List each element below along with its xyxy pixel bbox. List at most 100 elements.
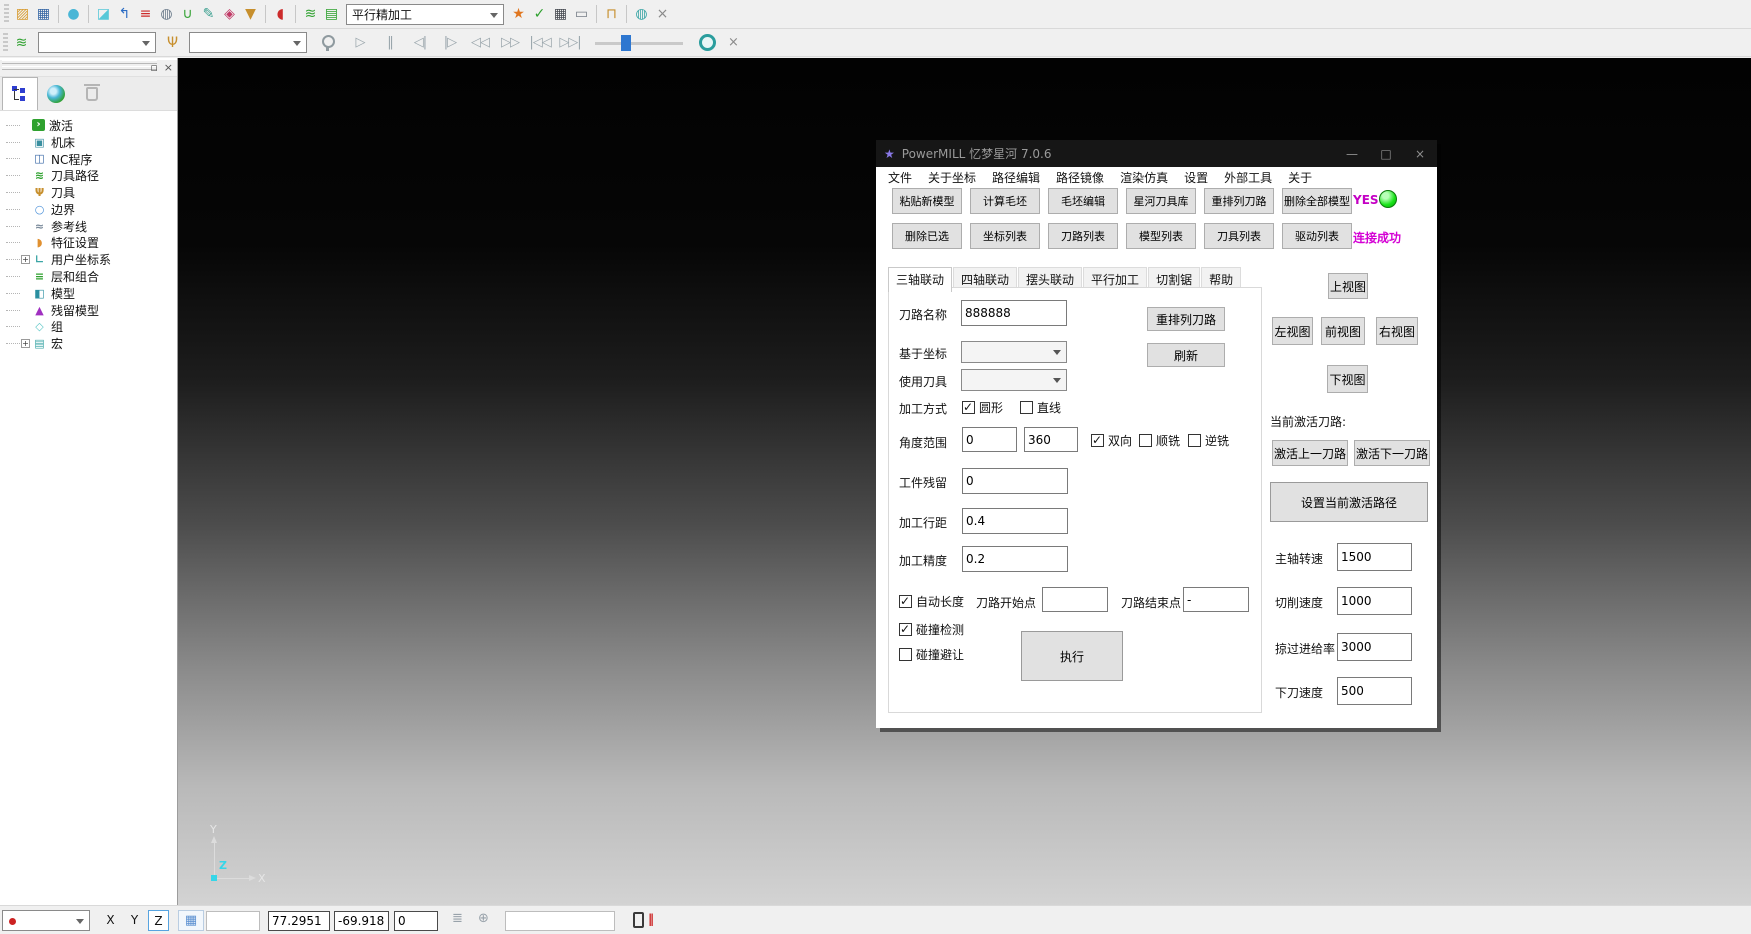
circle-checkbox[interactable]: 圆形 bbox=[962, 399, 1003, 416]
toolpath-name-input[interactable] bbox=[961, 300, 1067, 326]
panel-grip[interactable] bbox=[2, 60, 157, 64]
set-active-path-button[interactable]: 设置当前激活路径 bbox=[1270, 482, 1428, 522]
collision-check-icon[interactable]: ◖ bbox=[270, 3, 291, 25]
tab-explorer-tree[interactable] bbox=[2, 77, 38, 110]
go-start-icon[interactable]: |◁◁ bbox=[528, 32, 552, 54]
toolpath-select-dropdown[interactable] bbox=[38, 32, 156, 53]
activate-prev-button[interactable]: 激活上一刀路 bbox=[1272, 440, 1348, 466]
separator[interactable] bbox=[84, 4, 93, 24]
panel-float-icon[interactable]: ▫ bbox=[150, 61, 157, 74]
angle-from-input[interactable] bbox=[962, 427, 1017, 452]
spindle-speed-input[interactable] bbox=[1337, 543, 1412, 571]
tree-item[interactable]: + ◫ NC程序 bbox=[6, 151, 177, 168]
checkbox-box[interactable] bbox=[1188, 434, 1201, 447]
axis-list-icon[interactable]: ≣ bbox=[452, 911, 463, 926]
tree-expander-icon[interactable]: + bbox=[21, 339, 30, 348]
play-icon[interactable]: ▷ bbox=[348, 32, 372, 54]
checkbox-box[interactable] bbox=[899, 595, 912, 608]
toolpath-check-icon[interactable]: ✓ bbox=[529, 3, 550, 25]
tree-item[interactable]: + ▲ 残留模型 bbox=[6, 302, 177, 319]
menu-item[interactable]: 文件 bbox=[880, 169, 920, 186]
menu-item[interactable]: 关于 bbox=[1280, 169, 1320, 186]
stepover-input[interactable] bbox=[962, 508, 1068, 534]
toolbar-grip[interactable] bbox=[4, 4, 9, 24]
tree-item[interactable]: + ▤ 宏 bbox=[6, 335, 177, 352]
tree-item[interactable]: + ∟ 用户坐标系 bbox=[6, 251, 177, 268]
axis-y-button[interactable]: Y bbox=[124, 910, 145, 931]
climb-mill-checkbox[interactable]: 顺铣 bbox=[1139, 432, 1180, 449]
maximize-button[interactable]: □ bbox=[1369, 147, 1403, 161]
separator[interactable] bbox=[261, 4, 270, 24]
points-icon[interactable]: ◈ bbox=[219, 3, 240, 25]
menu-item[interactable]: 关于坐标 bbox=[920, 169, 984, 186]
clipboard-icon[interactable] bbox=[633, 912, 644, 928]
status-input-small[interactable] bbox=[206, 911, 260, 931]
leads-links-icon[interactable]: ≡ bbox=[135, 3, 156, 25]
stock-allowance-input[interactable] bbox=[962, 468, 1068, 494]
save-file-icon[interactable]: ▦ bbox=[33, 3, 54, 25]
toolpath-list-icon[interactable]: ▤ bbox=[321, 3, 342, 25]
sphere-icon[interactable]: ● bbox=[63, 3, 84, 25]
skim-feed-input[interactable] bbox=[1337, 633, 1412, 661]
pause-icon[interactable]: ‖ bbox=[378, 32, 402, 54]
tree-item[interactable]: + ◧ 模型 bbox=[6, 285, 177, 302]
toolpath-verify-icon[interactable]: ★ bbox=[508, 3, 529, 25]
dialog-action-button[interactable]: 删除全部模型 bbox=[1282, 188, 1352, 214]
menu-item[interactable]: 设置 bbox=[1176, 169, 1216, 186]
panel-grip[interactable] bbox=[2, 66, 157, 70]
dialog-action-button[interactable]: 刀具列表 bbox=[1204, 223, 1274, 249]
tab-web-browser[interactable] bbox=[38, 77, 74, 110]
dialog-action-button[interactable]: 重排列刀路 bbox=[1204, 188, 1274, 214]
bidirectional-checkbox[interactable]: 双向 bbox=[1091, 432, 1132, 449]
feature-set-icon[interactable]: ▼ bbox=[240, 3, 261, 25]
tree-item[interactable]: + ≈ 参考线 bbox=[6, 218, 177, 235]
dialog-action-button[interactable]: 计算毛坯 bbox=[970, 188, 1040, 214]
menu-item[interactable]: 路径编辑 bbox=[984, 169, 1048, 186]
collision-detect-checkbox[interactable]: 碰撞检测 bbox=[899, 621, 964, 638]
coordinate-x-input[interactable] bbox=[268, 911, 330, 931]
clock-icon[interactable] bbox=[699, 34, 716, 51]
close-button[interactable]: × bbox=[1403, 147, 1437, 161]
separator[interactable] bbox=[291, 4, 300, 24]
view-left-button[interactable]: 左视图 bbox=[1272, 317, 1313, 345]
refresh-button[interactable]: 刷新 bbox=[1147, 343, 1225, 367]
panel-close-icon[interactable]: × bbox=[164, 61, 173, 74]
line-checkbox[interactable]: 直线 bbox=[1020, 399, 1061, 416]
tree-item[interactable]: + ≋ 刀具路径 bbox=[6, 167, 177, 184]
strategy-tab[interactable]: 三轴联动 bbox=[888, 267, 952, 292]
step-forward-icon[interactable]: |▷ bbox=[438, 32, 462, 54]
status-dropdown[interactable] bbox=[2, 910, 90, 931]
barrels-icon[interactable]: ◍ bbox=[631, 3, 652, 25]
light-bulb-icon[interactable] bbox=[317, 32, 337, 54]
checkbox-box[interactable] bbox=[1091, 434, 1104, 447]
boundary-tool-icon[interactable]: ∪ bbox=[177, 3, 198, 25]
tree-item[interactable]: + ○ 边界 bbox=[6, 201, 177, 218]
ruler-icon[interactable]: ▭ bbox=[571, 3, 592, 25]
menu-item[interactable]: 渲染仿真 bbox=[1112, 169, 1176, 186]
separator[interactable] bbox=[622, 4, 631, 24]
separator[interactable] bbox=[592, 4, 601, 24]
tree-item[interactable]: + ≡ 层和组合 bbox=[6, 268, 177, 285]
execute-button[interactable]: 执行 bbox=[1021, 631, 1123, 681]
tree-item[interactable]: + › 激活 bbox=[6, 117, 177, 134]
tool-holder-icon[interactable]: ◍ bbox=[156, 3, 177, 25]
menu-item[interactable]: 路径镜像 bbox=[1048, 169, 1112, 186]
start-point-input[interactable] bbox=[1042, 587, 1108, 612]
menu-item[interactable]: 外部工具 bbox=[1216, 169, 1280, 186]
toolbar-grip[interactable] bbox=[3, 33, 8, 53]
rearrange-toolpath-button[interactable]: 重排列刀路 bbox=[1147, 307, 1225, 331]
status-input-wide[interactable] bbox=[505, 911, 615, 931]
view-front-button[interactable]: 前视图 bbox=[1321, 317, 1365, 345]
axis-x-button[interactable]: X bbox=[100, 910, 121, 931]
rapid-move-icon[interactable]: ↰ bbox=[114, 3, 135, 25]
dialog-titlebar[interactable]: ★ PowerMILL 忆梦星河 7.0.6 — □ × bbox=[876, 140, 1437, 167]
separator[interactable] bbox=[54, 4, 63, 24]
tree-item[interactable]: + ◇ 组 bbox=[6, 319, 177, 336]
tree-expander-icon[interactable]: + bbox=[21, 255, 30, 264]
tree-item[interactable]: + ▣ 机床 bbox=[6, 134, 177, 151]
conventional-mill-checkbox[interactable]: 逆铣 bbox=[1188, 432, 1229, 449]
close-toolbar-icon[interactable]: × bbox=[652, 3, 673, 25]
dialog-action-button[interactable]: 粘贴新模型 bbox=[892, 188, 962, 214]
tab-recycle-bin[interactable] bbox=[74, 77, 110, 110]
end-point-input[interactable] bbox=[1183, 587, 1249, 612]
